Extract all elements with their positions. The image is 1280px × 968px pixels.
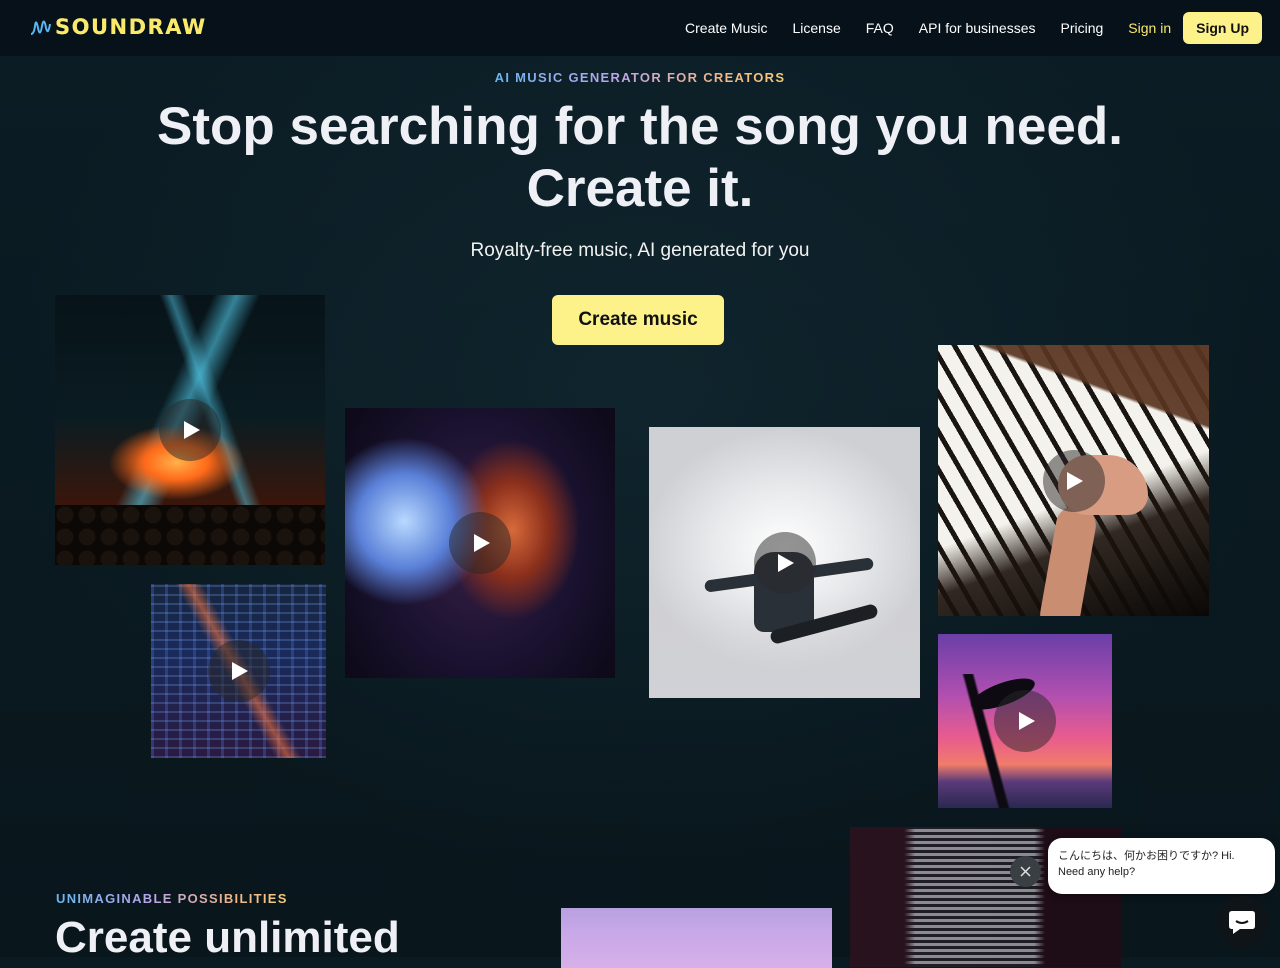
video-tile-concert[interactable]	[55, 295, 325, 565]
play-icon	[1018, 712, 1035, 730]
video-tile-piano[interactable]	[938, 345, 1209, 616]
hero-headline-line1: Stop searching for the song you need.	[157, 97, 1123, 156]
video-tile-studio[interactable]	[561, 908, 832, 968]
play-icon	[473, 534, 490, 552]
chat-close-button[interactable]	[1010, 856, 1041, 887]
play-icon	[1067, 471, 1083, 490]
sign-in-link[interactable]: Sign in	[1128, 12, 1171, 44]
chat-message-bubble[interactable]: こんにちは、何かお困りですか? Hi. Need any help?	[1048, 838, 1275, 894]
nav-link-create-music[interactable]: Create Music	[685, 12, 767, 44]
play-button[interactable]	[994, 690, 1056, 752]
hero-eyebrow-text: AI MUSIC GENERATOR FOR CREATORS	[494, 70, 786, 85]
play-button[interactable]	[207, 640, 270, 702]
play-icon	[232, 662, 248, 680]
logo[interactable]: SOUNDRAW	[30, 14, 207, 40]
video-tile-city[interactable]	[151, 584, 326, 758]
hero-headline-line2: Create it.	[526, 159, 754, 218]
close-icon	[1020, 866, 1031, 877]
top-navbar: SOUNDRAW Create Music License FAQ API fo…	[0, 0, 1280, 56]
section2-eyebrow-text: UNIMAGINABLE POSSIBILITIES	[56, 891, 288, 906]
nav-link-faq[interactable]: FAQ	[866, 12, 894, 44]
video-tile-dancer[interactable]	[649, 427, 920, 698]
hero-headline: Stop searching for the song you need. Cr…	[0, 96, 1280, 220]
logo-text: SOUNDRAW	[55, 15, 207, 39]
chat-icon	[1229, 911, 1255, 934]
play-button[interactable]	[753, 531, 816, 594]
play-button[interactable]	[449, 512, 511, 574]
hero-subhead: Royalty-free music, AI generated for you	[470, 240, 810, 261]
chat-launcher-button[interactable]	[1216, 896, 1268, 948]
hero-eyebrow: AI MUSIC GENERATOR FOR CREATORS	[0, 70, 1280, 85]
section2-title: Create unlimited	[55, 913, 400, 962]
play-icon	[778, 553, 794, 572]
play-icon	[183, 421, 200, 439]
play-button[interactable]	[159, 399, 221, 461]
nav-link-license[interactable]: License	[792, 12, 840, 44]
nav-link-api[interactable]: API for businesses	[919, 12, 1036, 44]
video-tile-disco[interactable]	[345, 408, 615, 678]
section2-eyebrow: UNIMAGINABLE POSSIBILITIES	[56, 891, 288, 906]
play-button[interactable]	[1042, 449, 1105, 512]
nav-link-pricing[interactable]: Pricing	[1061, 12, 1104, 44]
waveform-logo-icon	[30, 20, 51, 35]
nav-links: Create Music License FAQ API for busines…	[660, 12, 1262, 44]
video-tile-palms[interactable]	[938, 634, 1112, 808]
sign-up-button[interactable]: Sign Up	[1183, 12, 1262, 44]
chat-message-line2: Need any help?	[1058, 866, 1136, 878]
chat-message-line1: こんにちは、何かお困りですか? Hi.	[1058, 850, 1235, 862]
create-music-button[interactable]: Create music	[552, 295, 724, 345]
crowd-silhouette	[55, 505, 325, 565]
